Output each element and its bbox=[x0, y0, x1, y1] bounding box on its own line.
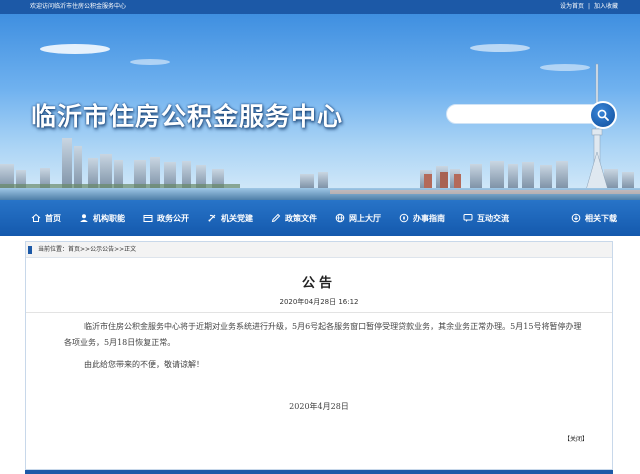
nav-label: 政务公开 bbox=[157, 213, 189, 223]
nav-item-downloads[interactable]: 相关下载 bbox=[562, 200, 626, 236]
nav-item-party-building[interactable]: 机关党建 bbox=[198, 200, 262, 236]
breadcrumb-section-link[interactable]: 公示公告 bbox=[90, 246, 114, 253]
article-sign-date: 2020年4月28日 bbox=[289, 402, 349, 411]
article-body: 临沂市住房公积金服务中心将于近期对业务系统进行升级，5月6号起各服务窗口暂停受理… bbox=[26, 313, 612, 373]
article-title: 公告 bbox=[301, 276, 336, 291]
article-panel: 当前位置：首页>>公示公告>>正文 公告 2020年04月28日 16:12 临… bbox=[25, 241, 613, 470]
nav-item-home[interactable]: 首页 bbox=[22, 200, 70, 236]
nav-item-policy-documents[interactable]: 政策文件 bbox=[262, 200, 326, 236]
add-favorite-link[interactable]: 加入收藏 bbox=[594, 3, 618, 10]
search-icon bbox=[597, 109, 609, 121]
nav-label: 机关党建 bbox=[221, 213, 253, 223]
users-icon bbox=[80, 214, 88, 222]
nav-item-service-guide[interactable]: 办事指南 bbox=[390, 200, 454, 236]
nav-label: 政策文件 bbox=[285, 213, 317, 223]
compass-icon bbox=[399, 213, 409, 223]
nav-item-organization[interactable]: 机构职能 bbox=[70, 200, 134, 236]
footer-bar bbox=[25, 470, 613, 474]
top-bar: 欢迎访问临沂市住房公积金服务中心 设为首页 | 加入收藏 bbox=[0, 0, 640, 14]
close-link[interactable]: 【关闭】 bbox=[564, 434, 588, 443]
pen-icon bbox=[271, 213, 281, 223]
home-icon bbox=[31, 213, 41, 222]
breadcrumb-home-link[interactable]: 首页 bbox=[68, 246, 80, 253]
breadcrumb-current: 正文 bbox=[124, 246, 137, 253]
article-paragraph: 临沂市住房公积金服务中心将于近期对业务系统进行升级，5月6号起各服务窗口暂停受理… bbox=[64, 322, 582, 347]
breadcrumb-separator: >> bbox=[114, 246, 125, 253]
nav-label: 网上大厅 bbox=[349, 213, 381, 223]
nav-label: 机构职能 bbox=[93, 213, 125, 223]
search-button[interactable] bbox=[589, 101, 617, 129]
breadcrumb-separator: >> bbox=[80, 246, 91, 253]
top-links: 设为首页 | 加入收藏 bbox=[560, 0, 618, 14]
breadcrumb: 当前位置：首页>>公示公告>>正文 bbox=[26, 242, 612, 258]
breadcrumb-marker bbox=[28, 246, 32, 254]
search-input[interactable] bbox=[455, 107, 585, 121]
nav-item-public-affairs[interactable]: 政务公开 bbox=[134, 200, 198, 236]
header-banner: 临沂市住房公积金服务中心 bbox=[0, 14, 640, 200]
article-date: 2020年04月28日 16:12 bbox=[279, 298, 359, 306]
globe-icon bbox=[335, 213, 345, 223]
nav-label: 相关下载 bbox=[585, 213, 617, 223]
nav-item-online-hall[interactable]: 网上大厅 bbox=[326, 200, 390, 236]
site-title: 临沂市住房公积金服务中心 bbox=[31, 102, 344, 131]
main-nav: 首页 机构职能 政务公开 机关党建 政策文件 网上大厅 办事指南 互动交流 相关… bbox=[0, 200, 640, 236]
set-homepage-link[interactable]: 设为首页 bbox=[560, 3, 584, 10]
search-box bbox=[446, 101, 617, 129]
top-links-separator: | bbox=[587, 3, 590, 10]
nav-item-interaction[interactable]: 互动交流 bbox=[454, 200, 518, 236]
article-paragraph: 由此给您带来的不便，敬请谅解！ bbox=[84, 360, 204, 369]
chat-icon bbox=[463, 214, 473, 222]
nav-label: 办事指南 bbox=[413, 213, 445, 223]
download-icon bbox=[571, 213, 581, 223]
folder-icon bbox=[143, 215, 153, 222]
nav-label: 互动交流 bbox=[477, 213, 509, 223]
breadcrumb-prefix: 当前位置： bbox=[38, 246, 69, 253]
nav-label: 首页 bbox=[45, 213, 61, 223]
party-icon bbox=[208, 214, 216, 222]
welcome-text: 欢迎访问临沂市住房公积金服务中心 bbox=[30, 3, 127, 10]
